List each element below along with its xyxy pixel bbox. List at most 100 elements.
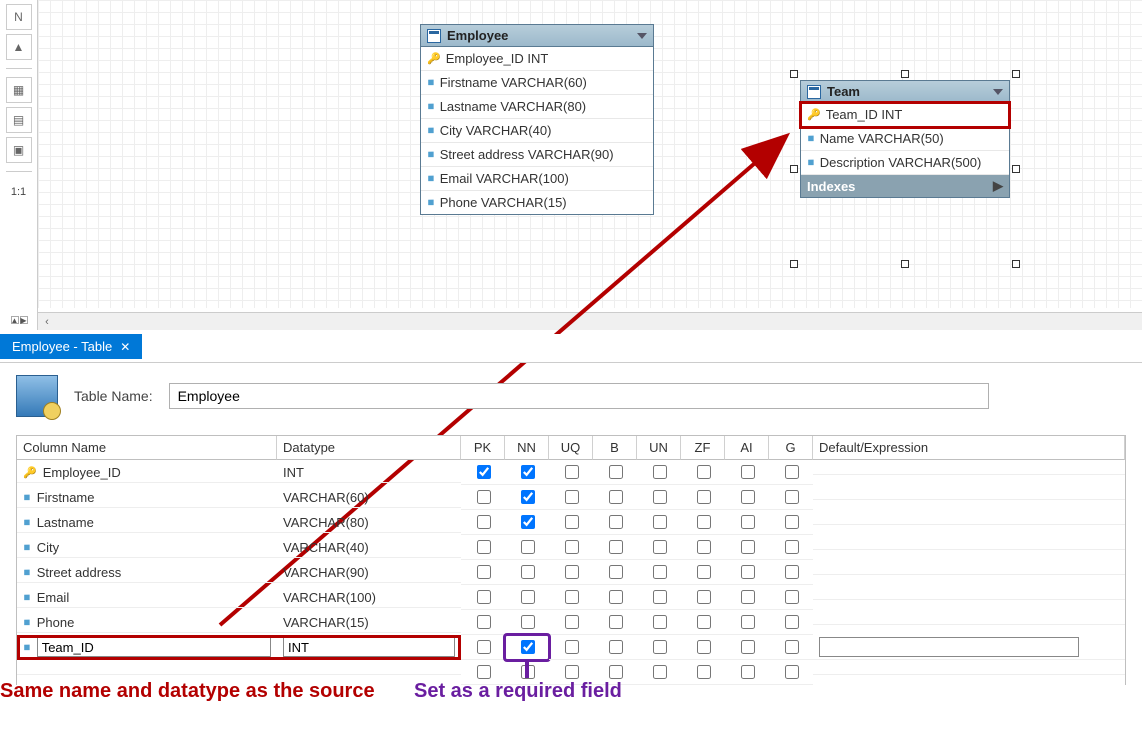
cell-b[interactable] (593, 460, 637, 485)
datatype-input[interactable] (283, 637, 455, 657)
cell-datatype[interactable]: VARCHAR(15) (277, 613, 461, 633)
cell-un[interactable] (637, 510, 681, 535)
cell-pk[interactable] (461, 510, 505, 535)
g-checkbox[interactable] (785, 540, 799, 554)
zf-checkbox[interactable] (697, 590, 711, 604)
cell-g[interactable] (769, 535, 813, 560)
cell-column-name[interactable]: 🔑Employee_ID (17, 463, 277, 483)
cell-pk[interactable] (461, 460, 505, 485)
columns-grid[interactable]: Column Name Datatype PK NN UQ B UN ZF AI… (16, 435, 1126, 685)
entity-team-col[interactable]: ◆Description VARCHAR(500) (801, 151, 1009, 175)
columns-grid-row[interactable]: ◆Street addressVARCHAR(90) (17, 560, 1125, 585)
g-checkbox[interactable] (785, 515, 799, 529)
tool-table-icon[interactable]: ▦ (6, 77, 32, 103)
nn-checkbox[interactable] (521, 465, 535, 479)
cell-g[interactable] (769, 460, 813, 485)
b-checkbox[interactable] (609, 515, 623, 529)
un-checkbox[interactable] (653, 490, 667, 504)
columns-grid-row[interactable]: ◆PhoneVARCHAR(15) (17, 610, 1125, 635)
nn-checkbox[interactable] (521, 640, 535, 654)
columns-grid-row[interactable]: ◆ (17, 635, 1125, 660)
cell-nn[interactable] (505, 560, 549, 585)
un-checkbox[interactable] (653, 565, 667, 579)
uq-checkbox[interactable] (565, 640, 579, 654)
cell-uq[interactable] (549, 585, 593, 610)
zf-checkbox[interactable] (697, 665, 711, 679)
cell-column-name[interactable]: ◆Firstname (17, 488, 277, 508)
entity-employee-col[interactable]: ◆Firstname VARCHAR(60) (421, 71, 653, 95)
entity-employee-header[interactable]: Employee (421, 25, 653, 47)
uq-checkbox[interactable] (565, 565, 579, 579)
uq-checkbox[interactable] (565, 490, 579, 504)
zf-checkbox[interactable] (697, 490, 711, 504)
entity-employee-col[interactable]: ◆City VARCHAR(40) (421, 119, 653, 143)
cell-pk[interactable] (461, 535, 505, 560)
cell-default[interactable] (813, 670, 1125, 675)
cell-column-name[interactable]: ◆Street address (17, 563, 277, 583)
cell-ai[interactable] (725, 660, 769, 685)
entity-menu-icon[interactable] (993, 89, 1003, 95)
cell-column-name[interactable]: ◆Phone (17, 613, 277, 633)
ai-checkbox[interactable] (741, 565, 755, 579)
cell-ai[interactable] (725, 635, 769, 660)
header-nn[interactable]: NN (505, 436, 549, 460)
cell-zf[interactable] (681, 610, 725, 635)
cell-default[interactable] (813, 495, 1125, 500)
nn-checkbox[interactable] (521, 540, 535, 554)
header-default[interactable]: Default/Expression (813, 436, 1125, 460)
tool-scroll-arrows[interactable]: ▲▶ (0, 310, 38, 330)
zf-checkbox[interactable] (697, 515, 711, 529)
cell-pk[interactable] (461, 485, 505, 510)
header-g[interactable]: G (769, 436, 813, 460)
nn-checkbox[interactable] (521, 515, 535, 529)
un-checkbox[interactable] (653, 515, 667, 529)
header-b[interactable]: B (593, 436, 637, 460)
b-checkbox[interactable] (609, 615, 623, 629)
cell-pk[interactable] (461, 610, 505, 635)
nn-checkbox[interactable] (521, 615, 535, 629)
cell-uq[interactable] (549, 485, 593, 510)
cell-datatype[interactable] (277, 670, 461, 675)
cell-zf[interactable] (681, 535, 725, 560)
cell-zf[interactable] (681, 510, 725, 535)
b-checkbox[interactable] (609, 640, 623, 654)
entity-employee-col[interactable]: ◆Lastname VARCHAR(80) (421, 95, 653, 119)
canvas-horizontal-scrollbar[interactable] (38, 312, 1142, 330)
cell-ai[interactable] (725, 610, 769, 635)
columns-grid-row[interactable]: ◆EmailVARCHAR(100) (17, 585, 1125, 610)
cell-g[interactable] (769, 485, 813, 510)
cell-un[interactable] (637, 460, 681, 485)
cell-uq[interactable] (549, 460, 593, 485)
cell-ai[interactable] (725, 585, 769, 610)
g-checkbox[interactable] (785, 615, 799, 629)
tool-view-icon[interactable]: ▤ (6, 107, 32, 133)
cell-datatype[interactable]: VARCHAR(40) (277, 538, 461, 558)
un-checkbox[interactable] (653, 465, 667, 479)
cell-column-name[interactable]: ◆City (17, 538, 277, 558)
cell-ai[interactable] (725, 485, 769, 510)
uq-checkbox[interactable] (565, 515, 579, 529)
nn-checkbox[interactable] (521, 565, 535, 579)
cell-uq[interactable] (549, 610, 593, 635)
entity-team-indexes-section[interactable]: Indexes ▶ (801, 175, 1009, 197)
nn-checkbox[interactable] (521, 590, 535, 604)
cell-nn[interactable] (505, 510, 549, 535)
cell-datatype[interactable]: VARCHAR(100) (277, 588, 461, 608)
un-checkbox[interactable] (653, 590, 667, 604)
zf-checkbox[interactable] (697, 615, 711, 629)
cell-datatype[interactable] (277, 635, 461, 660)
uq-checkbox[interactable] (565, 540, 579, 554)
header-uq[interactable]: UQ (549, 436, 593, 460)
tool-routine-icon[interactable]: ▣ (6, 137, 32, 163)
b-checkbox[interactable] (609, 665, 623, 679)
g-checkbox[interactable] (785, 490, 799, 504)
uq-checkbox[interactable] (565, 590, 579, 604)
ai-checkbox[interactable] (741, 615, 755, 629)
cell-un[interactable] (637, 635, 681, 660)
cell-zf[interactable] (681, 635, 725, 660)
columns-grid-row[interactable]: ◆CityVARCHAR(40) (17, 535, 1125, 560)
cell-g[interactable] (769, 560, 813, 585)
cell-un[interactable] (637, 660, 681, 685)
zf-checkbox[interactable] (697, 565, 711, 579)
cell-un[interactable] (637, 535, 681, 560)
